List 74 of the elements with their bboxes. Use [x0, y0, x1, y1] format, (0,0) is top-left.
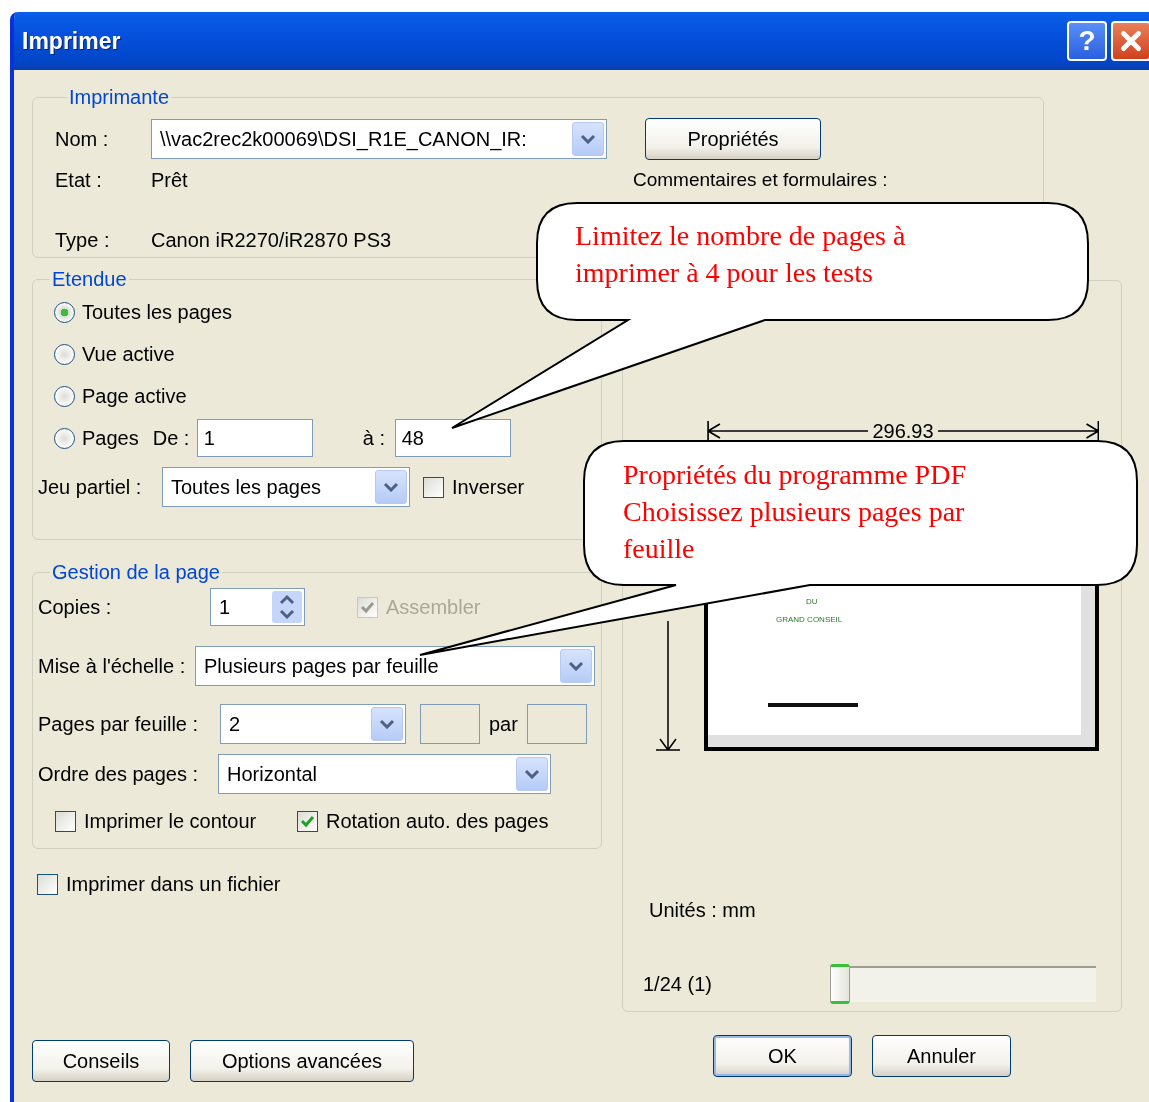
field-label: Jeu partiel :: [38, 475, 143, 499]
dropdown[interactable]: Plusieurs pages par feuille: [195, 646, 595, 686]
width-label: 296.93: [871, 419, 935, 443]
field-label: Ordre des pages :: [38, 762, 200, 786]
radio-label: Vue active: [82, 342, 175, 366]
tips-button[interactable]: Conseils: [32, 1040, 170, 1082]
slider-track[interactable]: [830, 966, 1096, 1002]
dropdown-arrow-button[interactable]: [516, 757, 548, 791]
checkbox-label: Assembler: [386, 595, 481, 619]
radio-label: Toutes les pages: [82, 300, 233, 324]
input-field[interactable]: [526, 704, 587, 744]
radio-label: Page active: [82, 384, 187, 408]
dropdown[interactable]: Toutes les pages: [162, 467, 410, 507]
chevron-down-icon: [568, 661, 584, 671]
field-label: Commentaires et formulaires :: [633, 168, 888, 193]
document-text: GRAND CONSEIL: [776, 614, 843, 626]
field-label: De :: [152, 426, 191, 450]
field-label: Copies :: [38, 595, 113, 619]
close-button[interactable]: [1111, 21, 1149, 61]
group-title: Imprimante: [68, 86, 171, 109]
checkbox-label: Imprimer dans un fichier: [66, 872, 281, 896]
callout-text: Propriétés du programme PDF: [623, 458, 967, 492]
chevron-down-icon: [383, 482, 399, 492]
field-label: Pages par feuille :: [38, 712, 200, 736]
spin-field[interactable]: 1: [210, 588, 305, 626]
radio-button[interactable]: [54, 301, 75, 323]
field-label: Etat :: [55, 169, 103, 192]
dropdown[interactable]: 2: [220, 704, 406, 744]
field-label: Type :: [55, 228, 111, 252]
radio-label: Pages: [82, 426, 139, 450]
slider-thumb[interactable]: [830, 964, 850, 1004]
ok-button[interactable]: OK: [713, 1035, 852, 1077]
checkbox-label: Inverser: [452, 475, 525, 499]
field-label: Nom :: [55, 127, 110, 151]
checkbox-label: Imprimer le contour: [84, 809, 257, 833]
checkbox-label: Rotation auto. des pages: [326, 809, 549, 833]
window-title: Imprimer: [22, 27, 121, 55]
check-icon: [360, 600, 375, 614]
document-text: DU: [806, 596, 818, 608]
field-label: Mise à l'échelle :: [38, 654, 187, 678]
callout-text: Choisissez plusieurs pages par feuille: [623, 495, 966, 566]
checkbox[interactable]: [423, 476, 444, 498]
dropdown-arrow-button[interactable]: [572, 122, 604, 157]
dropdown[interactable]: \\vac2rec2k00069\DSI_R1E_CANON_IR:: [151, 119, 607, 160]
checkbox[interactable]: [297, 810, 318, 832]
dropdown[interactable]: Horizontal: [218, 754, 551, 794]
field-value: Prêt: [151, 169, 189, 192]
cancel-button[interactable]: Annuler: [872, 1035, 1011, 1077]
dropdown-arrow-button[interactable]: [371, 707, 403, 741]
checkbox[interactable]: [37, 873, 58, 895]
callout-text: Limitez le nombre de pages à imprimer à 4 pour les tests: [575, 219, 907, 290]
input-field[interactable]: 48: [394, 419, 511, 457]
spin-arrows-icon[interactable]: [272, 591, 302, 623]
chevron-down-icon: [379, 719, 395, 729]
input-field[interactable]: [420, 704, 480, 744]
input-field[interactable]: 1: [196, 419, 313, 457]
chevron-down-icon: [580, 134, 596, 145]
group-title: Gestion de la page: [51, 561, 221, 584]
group-title: Etendue: [51, 268, 128, 291]
help-button[interactable]: ?: [1067, 21, 1107, 61]
radio-button[interactable]: [54, 385, 75, 407]
dropdown-arrow-button[interactable]: [560, 649, 592, 683]
advanced-options-button[interactable]: Options avancées: [190, 1040, 414, 1082]
radio-button[interactable]: [54, 427, 75, 449]
page-counter: 1/24 (1): [643, 972, 713, 996]
radio-button[interactable]: [54, 343, 75, 365]
properties-button[interactable]: Propriétés: [645, 118, 821, 161]
check-icon: [300, 814, 315, 828]
field-label: à :: [362, 426, 386, 450]
chevron-down-icon: [524, 769, 540, 779]
checkbox[interactable]: [55, 810, 76, 832]
dropdown-arrow-button[interactable]: [375, 470, 407, 504]
units-label: Unités : mm: [649, 899, 756, 922]
field-label: par: [489, 712, 518, 736]
